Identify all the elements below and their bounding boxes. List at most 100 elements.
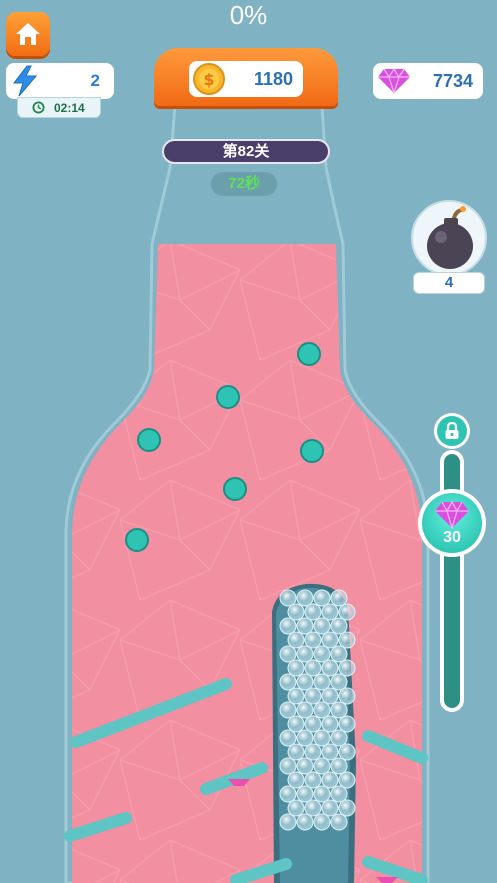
bubble xyxy=(330,757,348,775)
lock-reward-button[interactable] xyxy=(434,413,470,449)
bomb-frame xyxy=(411,200,487,276)
bubble xyxy=(287,603,305,621)
gem-reward-button[interactable]: 30 xyxy=(418,489,486,557)
peg xyxy=(216,385,240,409)
level-banner: 第82关 xyxy=(162,139,330,164)
bubble xyxy=(330,617,348,635)
bubble xyxy=(279,757,297,775)
bubble xyxy=(330,729,348,747)
bubble xyxy=(287,799,305,817)
bubble xyxy=(338,771,356,789)
home-button[interactable] xyxy=(6,12,50,56)
time-left: 72秒 xyxy=(211,172,277,196)
bubble xyxy=(287,659,305,677)
bubble xyxy=(338,687,356,705)
coin-counter[interactable]: $ 1180 xyxy=(154,48,338,106)
bubble xyxy=(330,813,348,831)
bubble xyxy=(313,813,331,831)
bubble xyxy=(313,673,331,691)
bubble xyxy=(330,589,348,607)
bubble xyxy=(304,687,322,705)
lock-badge xyxy=(437,416,467,446)
gem-reward-badge: 30 xyxy=(422,493,482,553)
bubble xyxy=(304,743,322,761)
bubble xyxy=(304,771,322,789)
lock-icon xyxy=(445,422,459,439)
bubble xyxy=(304,799,322,817)
bubble xyxy=(296,617,314,635)
bubble xyxy=(279,785,297,803)
bubble xyxy=(296,701,314,719)
bubble xyxy=(304,603,322,621)
bubble xyxy=(321,771,339,789)
game-field[interactable] xyxy=(0,0,497,883)
peg xyxy=(300,439,324,463)
bubble xyxy=(321,631,339,649)
bubble xyxy=(287,631,305,649)
home-icon xyxy=(16,23,40,45)
bubble xyxy=(321,799,339,817)
progress-percent: 0% xyxy=(229,0,268,30)
bubble xyxy=(338,799,356,817)
bubble xyxy=(313,785,331,803)
bubble xyxy=(279,645,297,663)
bubble xyxy=(338,659,356,677)
bomb-count: 4 xyxy=(413,272,485,294)
bubble xyxy=(287,687,305,705)
bubble xyxy=(279,673,297,691)
gem-reward-count: 30 xyxy=(443,529,461,546)
bubble xyxy=(313,757,331,775)
svg-text:$: $ xyxy=(203,70,214,89)
diamond-icon xyxy=(378,68,410,94)
gem-count: 7734 xyxy=(432,71,473,91)
bubble-cluster xyxy=(279,589,356,831)
bubble xyxy=(279,589,297,607)
bubble xyxy=(330,673,348,691)
gem-counter[interactable]: 7734 xyxy=(373,63,483,99)
diamond-icon xyxy=(435,501,469,529)
bubble xyxy=(287,771,305,789)
bubble xyxy=(304,659,322,677)
bubble xyxy=(321,603,339,621)
bubble xyxy=(304,715,322,733)
bubble xyxy=(338,715,356,733)
bubble xyxy=(313,589,331,607)
bomb-icon xyxy=(427,206,473,269)
bubble xyxy=(296,589,314,607)
bubble xyxy=(279,813,297,831)
bubble xyxy=(321,715,339,733)
bubble xyxy=(296,673,314,691)
bubble xyxy=(338,603,356,621)
bubble xyxy=(287,715,305,733)
bubble xyxy=(279,729,297,747)
timer-text: 02:14 xyxy=(54,101,85,115)
peg xyxy=(137,428,161,452)
bubble xyxy=(330,785,348,803)
bubble xyxy=(296,645,314,663)
bubble xyxy=(330,701,348,719)
bubble xyxy=(330,645,348,663)
bubble xyxy=(287,743,305,761)
peg xyxy=(297,342,321,366)
dollar-coin-icon: $ xyxy=(193,63,225,95)
bubble xyxy=(279,701,297,719)
bomb-powerup-button[interactable]: 4 xyxy=(410,200,488,296)
bubble xyxy=(321,687,339,705)
energy-timer: 02:14 xyxy=(17,97,101,118)
peg xyxy=(125,528,149,552)
bubble xyxy=(321,659,339,677)
coin-count: 1180 xyxy=(253,69,293,89)
bubble xyxy=(338,631,356,649)
lightning-icon xyxy=(12,65,38,97)
coin-pill: $ 1180 xyxy=(189,61,303,97)
bubble xyxy=(304,631,322,649)
energy-counter[interactable]: 2 xyxy=(6,63,114,99)
bubble xyxy=(296,729,314,747)
bubble xyxy=(313,729,331,747)
bubble xyxy=(296,813,314,831)
bubble xyxy=(296,757,314,775)
bubble xyxy=(313,645,331,663)
bubble xyxy=(313,617,331,635)
bubble xyxy=(321,743,339,761)
bubble xyxy=(279,617,297,635)
